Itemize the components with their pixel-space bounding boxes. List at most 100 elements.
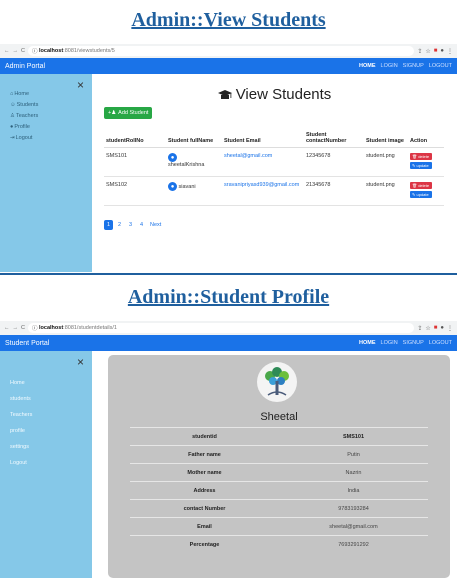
field-label: Percentage	[130, 535, 279, 554]
star-icon[interactable]: ☆	[425, 48, 430, 55]
sidebar-item-teachers[interactable]: ♙ Teachers	[10, 110, 38, 121]
brand[interactable]: Student Portal	[5, 340, 359, 347]
teachers-icon: ♙	[10, 112, 15, 119]
address-bar[interactable]: ⓘ localhost :8081/studentdetails/1	[27, 323, 415, 333]
add-student-button[interactable]: +♟ Add Student	[104, 107, 153, 119]
forward-icon[interactable]: →	[13, 325, 19, 331]
back-icon[interactable]: ←	[4, 48, 10, 54]
star-icon[interactable]: ☆	[425, 325, 430, 332]
sidebar-item-label: Home	[14, 90, 29, 97]
cell-email[interactable]: sheetal@gmail.com	[222, 147, 304, 177]
profile-card: Sheetal studentid SMS101 Father name Put…	[108, 355, 450, 578]
column-header: Student image	[364, 130, 408, 148]
url-path: :8081/studentdetails/1	[63, 325, 117, 331]
back-icon[interactable]: ←	[4, 325, 10, 331]
cell-image: student.png	[364, 176, 408, 206]
brand[interactable]: Admin Portal	[5, 63, 359, 70]
table-row: SMS102 ● siavani sravanipriyasd939@gmail…	[104, 176, 444, 206]
column-header: Student contactNumber	[304, 130, 364, 148]
menu-icon[interactable]: ⋮	[447, 48, 453, 55]
field-value: Putin	[279, 445, 428, 464]
table-row: Mother name Nazrin	[130, 463, 428, 482]
section-divider	[0, 273, 457, 275]
address-bar[interactable]: ⓘ localhost :8081/viewstudents/5	[27, 46, 415, 56]
delete-label: delete	[418, 154, 430, 159]
field-label: Address	[130, 481, 279, 500]
column-header: Action	[408, 130, 444, 148]
forward-icon[interactable]: →	[13, 48, 19, 54]
nav-home[interactable]: HOME	[359, 63, 376, 69]
app-navbar: Admin Portal HOME LOGIN SIGNUP LOGOUT	[0, 58, 457, 74]
page-2[interactable]: 2	[115, 220, 124, 230]
cell-contact: 12345678	[304, 147, 364, 177]
next-page-button[interactable]: Next	[148, 220, 163, 230]
field-value: 7693291292	[279, 535, 428, 554]
sidebar: × Home students Teachers profile setting…	[0, 351, 92, 578]
delete-button[interactable]: 🗑 delete	[410, 182, 432, 189]
reload-icon[interactable]: C	[21, 325, 25, 331]
sidebar-item-profile[interactable]: ● Profile	[10, 121, 38, 132]
page-1[interactable]: 1	[104, 220, 113, 230]
add-user-icon: +♟	[108, 110, 117, 116]
page-4[interactable]: 4	[137, 220, 146, 230]
nav-home[interactable]: HOME	[359, 340, 376, 346]
sidebar-item-label: Profile	[14, 123, 30, 130]
menu-icon[interactable]: ⋮	[447, 325, 453, 332]
field-value: sheetal@gmail.com	[279, 517, 428, 536]
avatar: ●	[168, 153, 177, 162]
sidebar-item-home[interactable]: Home	[10, 375, 32, 391]
cell-name: ● sheetalKrishna	[166, 147, 222, 177]
sidebar-item-home[interactable]: ⌂ Home	[10, 88, 38, 99]
cell-action: 🗑 delete ✎ update	[408, 176, 444, 206]
update-button[interactable]: ✎ update	[410, 162, 432, 169]
sidebar-item-settings[interactable]: settings	[10, 439, 32, 455]
sidebar-item-students[interactable]: ☺ Students	[10, 99, 38, 110]
field-label: Mother name	[130, 463, 279, 482]
cell-image: student.png	[364, 147, 408, 177]
extension-icon[interactable]: ■	[434, 325, 438, 332]
sidebar-item-label: Logout	[15, 134, 33, 141]
update-label: update	[416, 163, 429, 168]
app-navbar: Student Portal HOME LOGIN SIGNUP LOGOUT	[0, 335, 457, 351]
share-icon[interactable]: ⇪	[417, 325, 422, 332]
nav-signup[interactable]: SIGNUP	[403, 340, 424, 346]
extension-icon[interactable]: ●	[440, 325, 444, 332]
sidebar-item-profile[interactable]: profile	[10, 423, 32, 439]
field-value: India	[279, 481, 428, 500]
cell-email[interactable]: sravanipriyasd939@gmail.com	[222, 176, 304, 206]
share-icon[interactable]: ⇪	[417, 48, 422, 55]
extension-icon[interactable]: ■	[434, 48, 438, 55]
field-value: SMS101	[279, 427, 428, 446]
sidebar-item-students[interactable]: students	[10, 391, 32, 407]
table-row: contact Number 9783193284	[130, 499, 428, 518]
update-label: update	[416, 192, 429, 197]
field-value: Nazrin	[279, 463, 428, 482]
nav-logout[interactable]: LOGOUT	[429, 340, 452, 346]
cell-contact: 21345678	[304, 176, 364, 206]
page-3[interactable]: 3	[126, 220, 135, 230]
field-label: contact Number	[130, 499, 279, 518]
student-name: sheetalKrishna	[168, 162, 205, 168]
browser-toolbar: ← → C ⓘ localhost :8081/viewstudents/5 ⇪…	[0, 44, 457, 58]
delete-label: delete	[418, 183, 430, 188]
reload-icon[interactable]: C	[21, 48, 25, 54]
close-icon[interactable]: ×	[77, 355, 84, 369]
close-icon[interactable]: ×	[77, 78, 84, 92]
table-row: Address India	[130, 481, 428, 500]
nav-login[interactable]: LOGIN	[381, 63, 398, 69]
extension-icon[interactable]: ●	[440, 48, 444, 55]
sidebar-item-logout[interactable]: Logout	[10, 455, 32, 471]
table-row: Father name Putin	[130, 445, 428, 464]
url-host: localhost	[39, 48, 64, 54]
nav-signup[interactable]: SIGNUP	[403, 63, 424, 69]
column-header: studentRollNo	[104, 130, 166, 148]
delete-button[interactable]: 🗑 delete	[410, 153, 432, 160]
sidebar-item-label: Teachers	[15, 112, 39, 119]
cell-action: 🗑 delete ✎ update	[408, 147, 444, 177]
sidebar-item-teachers[interactable]: Teachers	[10, 407, 32, 423]
update-button[interactable]: ✎ update	[410, 191, 432, 198]
nav-login[interactable]: LOGIN	[381, 340, 398, 346]
sidebar-item-logout[interactable]: ⇥ Logout	[10, 132, 38, 143]
profile-details-table: studentid SMS101 Father name Putin Mothe…	[130, 427, 428, 554]
nav-logout[interactable]: LOGOUT	[429, 63, 452, 69]
